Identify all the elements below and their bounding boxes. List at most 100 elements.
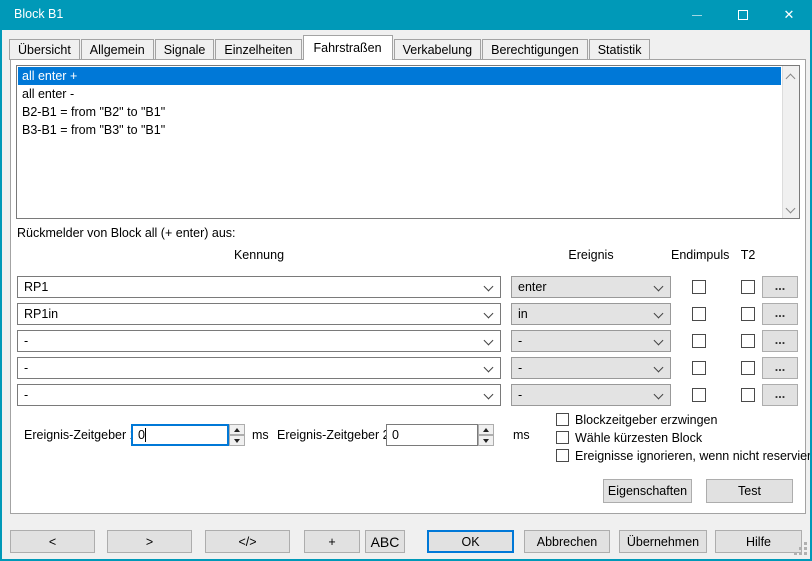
chevron-down-icon [484,363,494,373]
tab-signale[interactable]: Signale [155,39,215,60]
t2-checkbox-1[interactable] [741,280,755,294]
close-button[interactable]: ✕ [766,0,812,30]
chevron-down-icon [654,363,664,373]
chevron-down-icon [484,282,494,292]
nav-prev-button[interactable]: < [10,530,95,553]
triangle-down-icon [234,439,240,443]
timer1-label: Ereignis-Zeitgeber 1 [24,424,137,446]
timer1-spinner[interactable] [229,424,245,446]
triangle-up-icon [234,428,240,432]
test-button[interactable]: Test [706,479,793,503]
more-button-1[interactable]: ... [762,276,798,298]
endimpuls-checkbox-5[interactable] [692,388,706,402]
routes-listbox[interactable]: all enter + all enter - B2-B1 = from "B2… [16,65,800,219]
timer2-unit: ms [513,424,530,446]
checkbox[interactable] [556,413,569,426]
nav-code-button[interactable]: </> [205,530,290,553]
vertical-scrollbar[interactable] [782,66,799,218]
checkbox[interactable] [556,431,569,444]
abbrechen-button[interactable]: Abbrechen [524,530,610,553]
scroll-up-icon[interactable] [787,71,794,85]
kennung-combo-2[interactable]: RP1in [17,303,501,325]
window-title: Block B1 [14,7,63,21]
spin-up-button[interactable] [229,424,245,435]
list-item[interactable]: B2-B1 = from "B2" to "B1" [18,103,781,121]
tab-einzelheiten[interactable]: Einzelheiten [215,39,301,60]
ereignis-combo-3[interactable]: - [511,330,671,352]
timer2-input[interactable] [386,424,478,446]
maximize-button[interactable] [720,0,766,30]
nav-add-button[interactable]: + [304,530,360,553]
chevron-down-icon [654,390,664,400]
routes-list-items: all enter + all enter - B2-B1 = from "B2… [18,67,781,139]
scroll-down-icon[interactable] [787,201,794,215]
option-label: Blockzeitgeber erzwingen [575,412,717,428]
minimize-button[interactable] [674,0,720,30]
t2-checkbox-5[interactable] [741,388,755,402]
checkbox[interactable] [556,449,569,462]
kennung-combo-5[interactable]: - [17,384,501,406]
ereignis-combo-2[interactable]: in [511,303,671,325]
text-caret [145,428,146,442]
nav-next-button[interactable]: > [107,530,192,553]
tab-verkabelung[interactable]: Verkabelung [394,39,482,60]
chevron-down-icon [484,390,494,400]
list-item[interactable]: B3-B1 = from "B3" to "B1" [18,121,781,139]
more-button-5[interactable]: ... [762,384,798,406]
kennung-combo-1[interactable]: RP1 [17,276,501,298]
kennung-combo-4[interactable]: - [17,357,501,379]
chevron-down-icon [654,282,664,292]
eigenschaften-button[interactable]: Eigenschaften [603,479,692,503]
chevron-down-icon [484,309,494,319]
endimpuls-checkbox-1[interactable] [692,280,706,294]
minimize-icon [692,15,702,16]
t2-checkbox-2[interactable] [741,307,755,321]
feedback-section-label: Rückmelder von Block all (+ enter) aus: [17,226,236,240]
ereignis-combo-5[interactable]: - [511,384,671,406]
column-header-t2: T2 [737,248,759,262]
timer1-unit: ms [252,424,269,446]
column-header-endimpuls: Endimpuls [671,248,727,262]
endimpuls-checkbox-3[interactable] [692,334,706,348]
triangle-up-icon [483,428,489,432]
titlebar: Block B1 ✕ [0,0,812,30]
more-button-4[interactable]: ... [762,357,798,379]
tab-statistik[interactable]: Statistik [589,39,651,60]
spin-up-button[interactable] [478,424,494,435]
t2-checkbox-4[interactable] [741,361,755,375]
tab-strip: Übersicht Allgemein Signale Einzelheiten… [9,35,651,60]
kennung-combo-3[interactable]: - [17,330,501,352]
dialog-window: Block B1 ✕ Übersicht Allgemein Signale E… [0,0,812,561]
tab-page-fahrstrassen: all enter + all enter - B2-B1 = from "B2… [10,59,806,514]
option-label: Wähle kürzesten Block [575,430,702,446]
chevron-down-icon [484,336,494,346]
option-label: Ereignisse ignorieren, wenn nicht reserv… [575,448,812,464]
chevron-down-icon [654,309,664,319]
more-button-3[interactable]: ... [762,330,798,352]
ereignis-combo-1[interactable]: enter [511,276,671,298]
tab-uebersicht[interactable]: Übersicht [9,39,80,60]
column-header-ereignis: Ereignis [511,248,671,262]
ereignis-combo-4[interactable]: - [511,357,671,379]
abc-button[interactable]: ABC [365,530,405,553]
ok-button[interactable]: OK [427,530,514,553]
more-button-2[interactable]: ... [762,303,798,325]
tab-fahrstrassen[interactable]: Fahrstraßen [303,35,393,60]
spin-down-button[interactable] [229,435,245,446]
hilfe-button[interactable]: Hilfe [715,530,802,553]
spin-down-button[interactable] [478,435,494,446]
t2-checkbox-3[interactable] [741,334,755,348]
chevron-down-icon [654,336,664,346]
timer2-spinner[interactable] [478,424,494,446]
uebernehmen-button[interactable]: Übernehmen [619,530,707,553]
endimpuls-checkbox-2[interactable] [692,307,706,321]
tab-allgemein[interactable]: Allgemein [81,39,154,60]
endimpuls-checkbox-4[interactable] [692,361,706,375]
timer2-label: Ereignis-Zeitgeber 2 [277,424,390,446]
close-icon: ✕ [784,7,795,23]
list-item[interactable]: all enter + [18,67,781,85]
tab-berechtigungen[interactable]: Berechtigungen [482,39,588,60]
list-item[interactable]: all enter - [18,85,781,103]
resize-grip-icon[interactable] [795,543,807,555]
triangle-down-icon [483,439,489,443]
